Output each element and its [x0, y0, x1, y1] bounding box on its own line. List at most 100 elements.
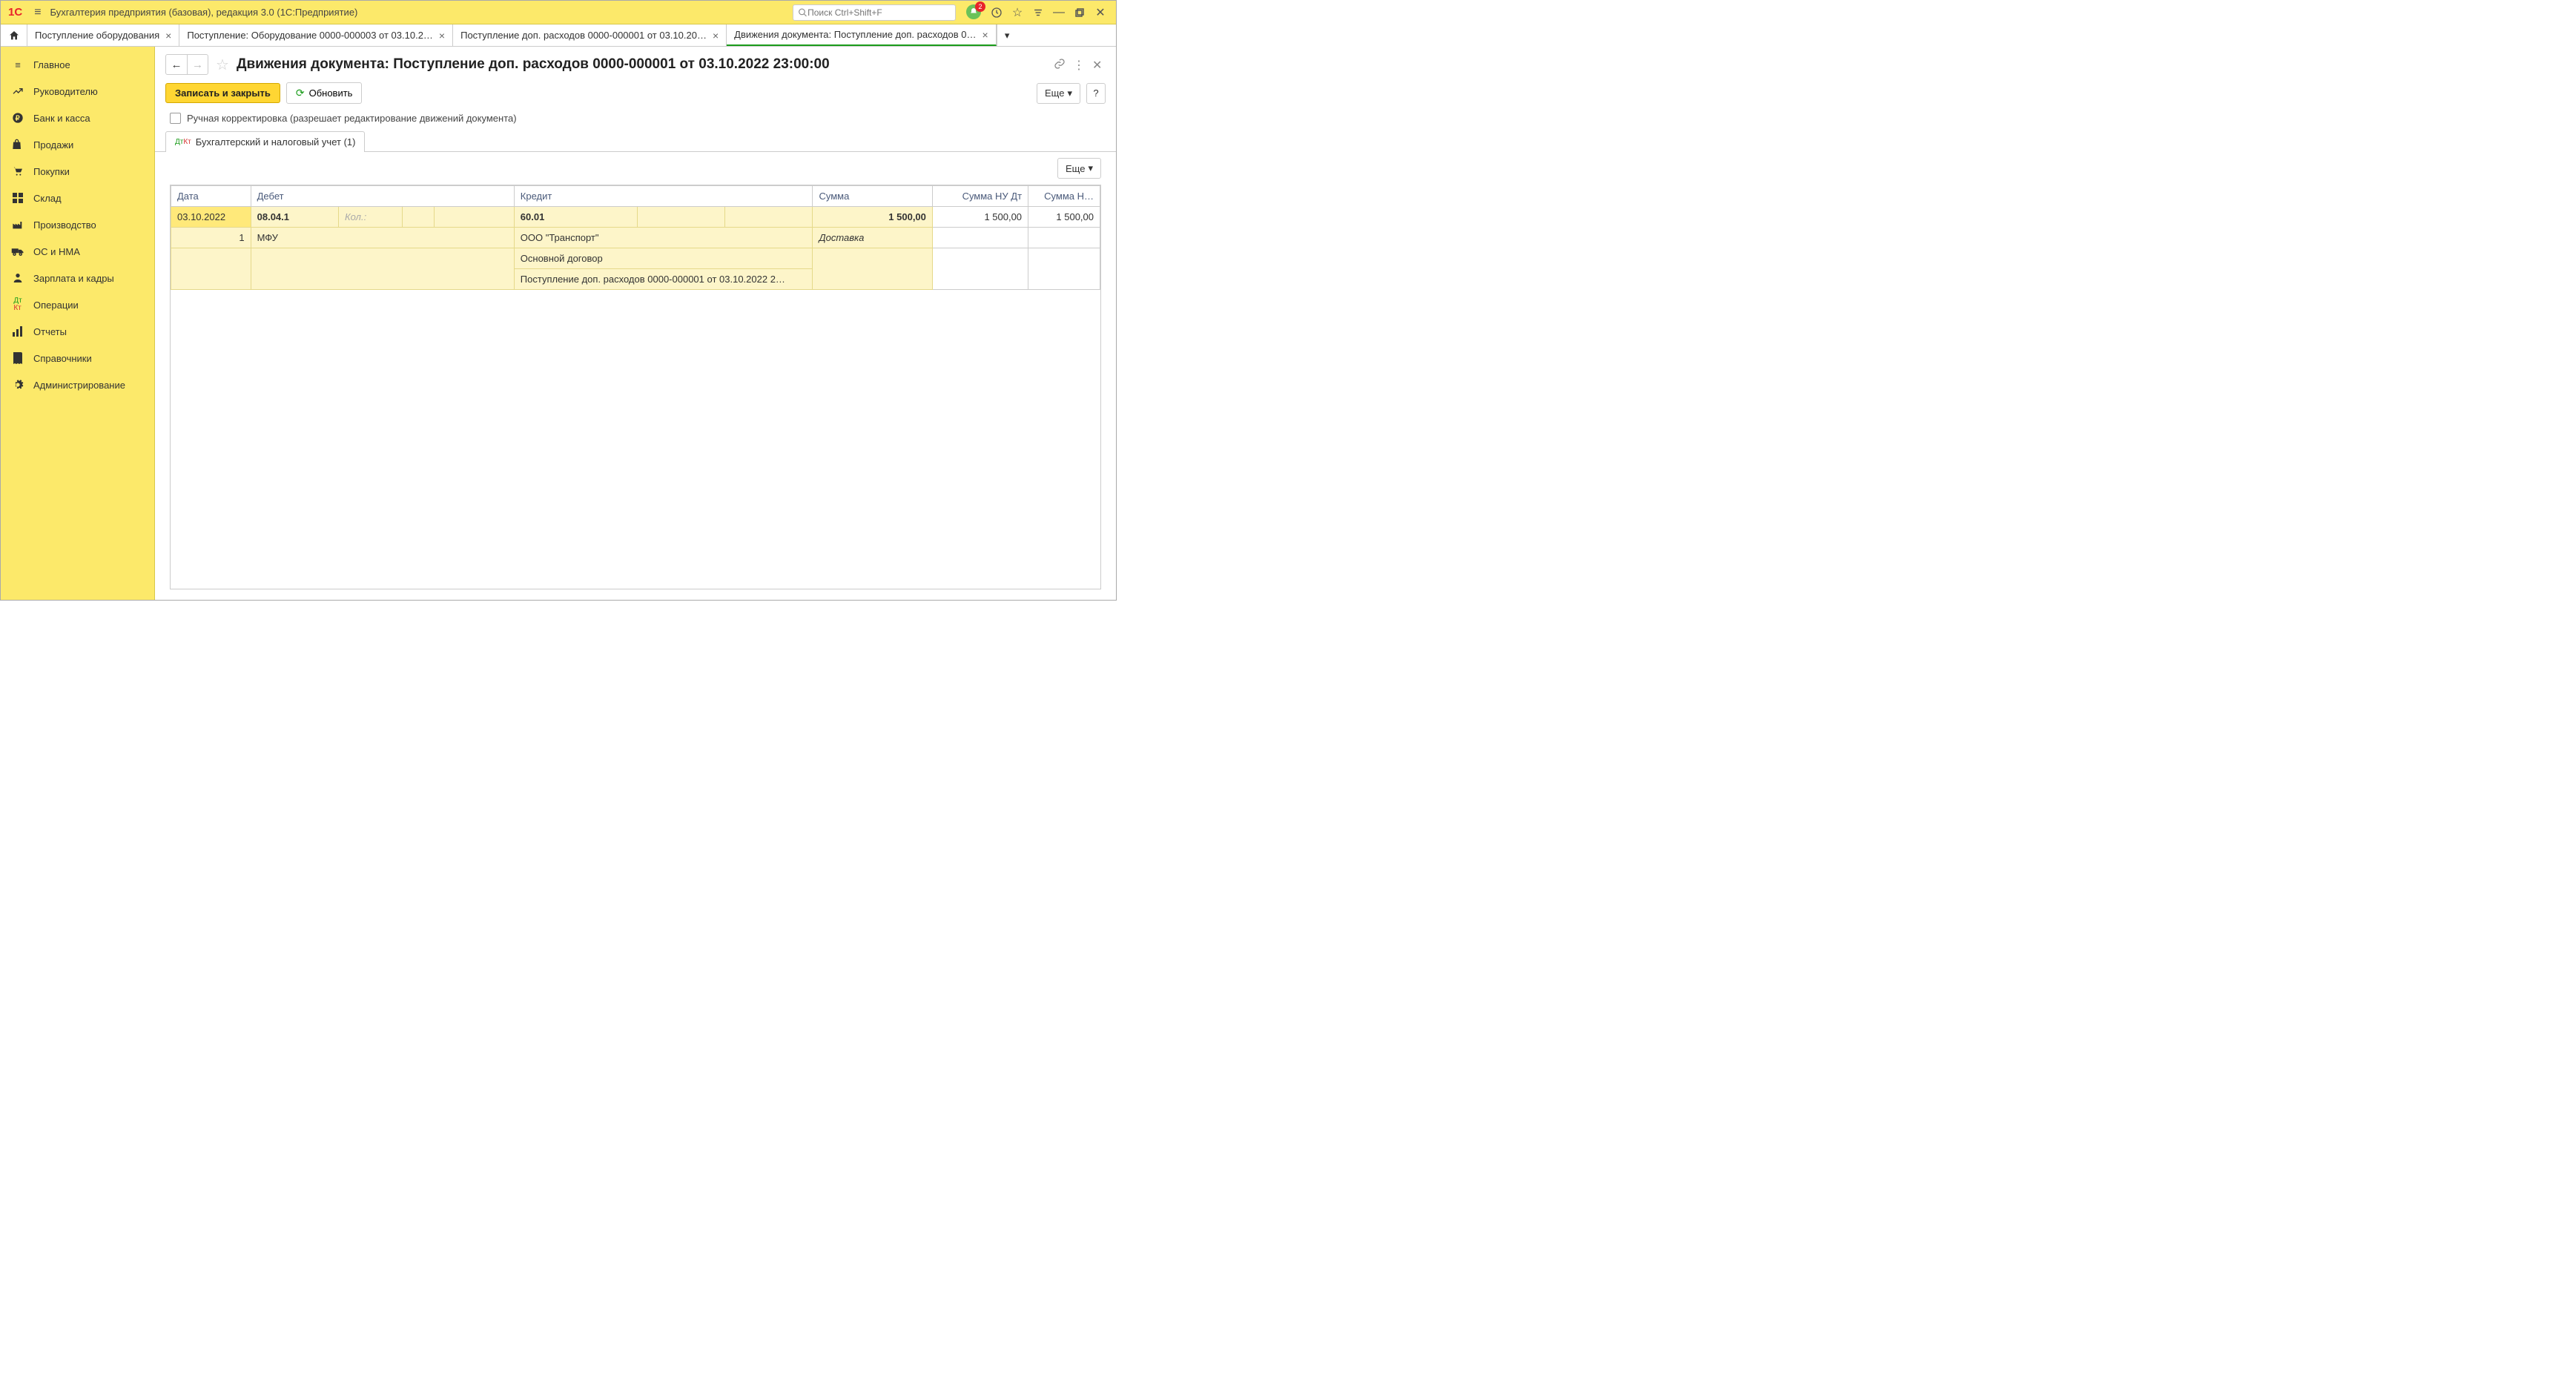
- cell-seq: 1: [171, 228, 251, 248]
- link-icon[interactable]: [1054, 58, 1067, 71]
- sidebar-item-label: Покупки: [33, 166, 70, 177]
- sidebar-item-reports[interactable]: Отчеты: [1, 318, 154, 345]
- cell-empty: [1028, 228, 1100, 248]
- main-content: ← → ☆ Движения документа: Поступление до…: [155, 47, 1116, 600]
- home-tab[interactable]: [1, 24, 27, 46]
- close-doc-icon[interactable]: ✕: [1092, 58, 1106, 71]
- cell-sum-nu-dt: 1 500,00: [932, 207, 1028, 228]
- manual-edit-row: Ручная корректировка (разрешает редактир…: [155, 111, 1116, 131]
- search-icon: [798, 7, 808, 18]
- sidebar-item-label: Руководителю: [33, 86, 98, 97]
- help-button[interactable]: ?: [1086, 83, 1106, 104]
- sidebar-item-label: Производство: [33, 219, 96, 231]
- nav-back-button[interactable]: ←: [166, 55, 187, 74]
- ruble-icon: ₽: [11, 111, 24, 125]
- sidebar-item-warehouse[interactable]: Склад: [1, 185, 154, 211]
- table-row[interactable]: 03.10.2022 08.04.1 Кол.: 60.01 1 500,00 …: [171, 207, 1100, 228]
- col-date[interactable]: Дата: [171, 186, 251, 207]
- cell-credit-sub3: Поступление доп. расходов 0000-000001 от…: [514, 269, 813, 290]
- favorite-star-icon[interactable]: ☆: [216, 56, 229, 74]
- cell-date: 03.10.2022: [171, 207, 251, 228]
- chevron-down-icon: ▾: [1067, 87, 1072, 99]
- refresh-button[interactable]: ⟳ Обновить: [286, 82, 363, 104]
- cell-sum: 1 500,00: [813, 207, 932, 228]
- cell-empty: [725, 207, 813, 228]
- svg-text:₽: ₽: [16, 114, 20, 122]
- sidebar-item-sales[interactable]: Продажи: [1, 131, 154, 158]
- cell-credit-acc: 60.01: [514, 207, 637, 228]
- more-button[interactable]: Еще▾: [1037, 83, 1080, 104]
- tab-label: Поступление доп. расходов 0000-000001 от…: [460, 30, 707, 41]
- sidebar-item-assets[interactable]: ОС и НМА: [1, 238, 154, 265]
- cell-sum-note: Доставка: [813, 228, 932, 248]
- table-row[interactable]: Основной договор: [171, 248, 1100, 269]
- sidebar-item-manager[interactable]: Руководителю: [1, 78, 154, 105]
- minimize-icon[interactable]: —: [1052, 6, 1066, 19]
- sidebar-item-label: Продажи: [33, 139, 73, 151]
- tab-3[interactable]: Движения документа: Поступление доп. рас…: [727, 24, 997, 46]
- cell-empty: [637, 207, 724, 228]
- refresh-icon: ⟳: [296, 87, 305, 99]
- inner-tab-label: Бухгалтерский и налоговый учет (1): [196, 136, 356, 148]
- cell-empty: [932, 228, 1028, 248]
- col-sum-nu-dt[interactable]: Сумма НУ Дт: [932, 186, 1028, 207]
- save-close-button[interactable]: Записать и закрыть: [165, 83, 280, 103]
- maximize-icon[interactable]: [1073, 6, 1086, 19]
- col-credit[interactable]: Кредит: [514, 186, 813, 207]
- sidebar-item-main[interactable]: ≡Главное: [1, 51, 154, 78]
- cell-empty: [435, 207, 515, 228]
- dtkt-icon: ДтКт: [175, 139, 191, 146]
- sidebar-item-references[interactable]: Справочники: [1, 345, 154, 371]
- boxes-icon: [11, 191, 24, 205]
- grid-more-button[interactable]: Еще▾: [1057, 158, 1101, 179]
- sidebar-item-admin[interactable]: Администрирование: [1, 371, 154, 398]
- tab-close-icon[interactable]: ×: [165, 30, 171, 42]
- col-debit[interactable]: Дебет: [251, 186, 514, 207]
- tab-label: Поступление: Оборудование 0000-000003 от…: [187, 30, 433, 41]
- history-icon[interactable]: [990, 6, 1003, 19]
- tab-close-icon[interactable]: ×: [982, 29, 988, 41]
- sidebar-item-salary[interactable]: Зарплата и кадры: [1, 265, 154, 291]
- tab-accounting[interactable]: ДтКт Бухгалтерский и налоговый учет (1): [165, 131, 365, 152]
- tab-close-icon[interactable]: ×: [439, 30, 445, 42]
- search-input[interactable]: [808, 7, 951, 18]
- cell-debit-acc: 08.04.1: [251, 207, 338, 228]
- app-logo: 1C: [5, 6, 25, 19]
- tab-close-icon[interactable]: ×: [713, 30, 719, 42]
- cell-empty: [813, 248, 932, 290]
- col-sum-n[interactable]: Сумма Н…: [1028, 186, 1100, 207]
- sidebar-item-production[interactable]: Производство: [1, 211, 154, 238]
- tab-1[interactable]: Поступление: Оборудование 0000-000003 от…: [179, 24, 453, 46]
- close-icon[interactable]: ✕: [1094, 6, 1107, 19]
- kebab-icon[interactable]: ⋮: [1073, 58, 1086, 71]
- manual-edit-label: Ручная корректировка (разрешает редактир…: [187, 113, 517, 124]
- cell-empty: [251, 248, 514, 290]
- hamburger-icon[interactable]: ≡: [31, 6, 44, 19]
- grid-header-row: Дата Дебет Кредит Сумма Сумма НУ Дт Сумм…: [171, 186, 1100, 207]
- notifications-icon[interactable]: 2: [966, 4, 982, 21]
- tab-0[interactable]: Поступление оборудования ×: [27, 24, 179, 46]
- cart-icon: [11, 165, 24, 178]
- doc-header: ← → ☆ Движения документа: Поступление до…: [155, 47, 1116, 79]
- notifications-badge: 2: [975, 1, 985, 12]
- nav-forward-button[interactable]: →: [187, 55, 208, 74]
- search-field[interactable]: [793, 4, 956, 21]
- star-icon[interactable]: ☆: [1011, 6, 1024, 19]
- cell-qty-label: Кол.:: [339, 207, 403, 228]
- tabs-dropdown[interactable]: ▾: [997, 24, 1017, 46]
- factory-icon: [11, 218, 24, 231]
- cell-empty: [403, 207, 435, 228]
- sidebar-item-purchases[interactable]: Покупки: [1, 158, 154, 185]
- sidebar-item-label: Отчеты: [33, 326, 67, 337]
- filter-icon[interactable]: [1031, 6, 1045, 19]
- tab-2[interactable]: Поступление доп. расходов 0000-000001 от…: [453, 24, 727, 46]
- sidebar-item-bank[interactable]: ₽ Банк и касса: [1, 105, 154, 131]
- sidebar-item-label: Банк и касса: [33, 113, 90, 124]
- book-icon: [11, 351, 24, 365]
- table-row[interactable]: 1 МФУ ООО "Транспорт" Доставка: [171, 228, 1100, 248]
- titlebar: 1C ≡ Бухгалтерия предприятия (базовая), …: [1, 1, 1116, 24]
- col-sum[interactable]: Сумма: [813, 186, 932, 207]
- manual-edit-checkbox[interactable]: [170, 113, 181, 124]
- sidebar-item-operations[interactable]: ДтКтОперации: [1, 291, 154, 318]
- entries-grid[interactable]: Дата Дебет Кредит Сумма Сумма НУ Дт Сумм…: [170, 185, 1101, 589]
